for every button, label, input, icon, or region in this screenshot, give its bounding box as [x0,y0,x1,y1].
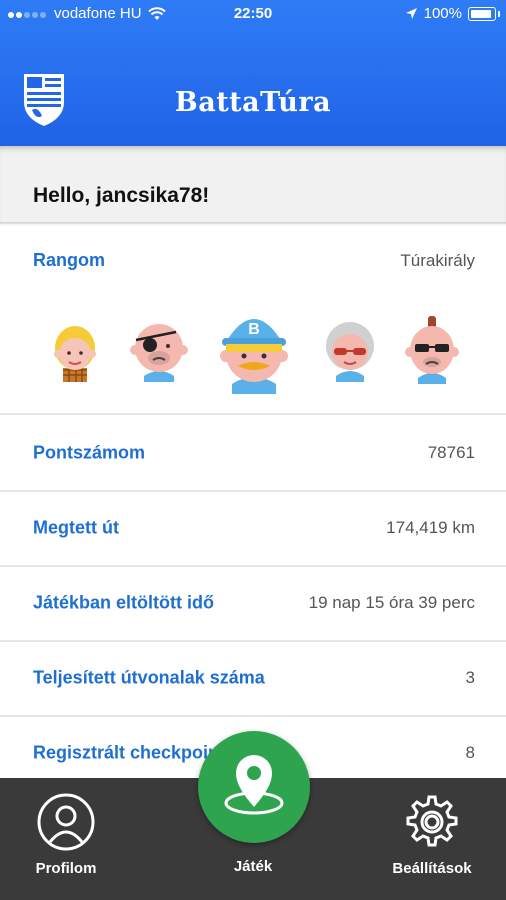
stat-row-distance: Megtett út 174,419 km [0,491,506,567]
avatar-cap-icon: B [220,319,288,394]
rank-label: Rangom [33,250,105,270]
stat-value: 8 [465,743,475,762]
tab-settings[interactable]: Beállítások [380,792,484,877]
stat-value: 19 nap 15 óra 39 perc [308,593,475,612]
app-title: BattaTúra [174,87,332,118]
stat-row-routes: Teljesített útvonalak száma 3 [0,641,506,717]
avatar-blond-kid-icon [54,326,96,382]
status-bar: vodafone HU 22:50 100% [0,0,506,28]
battery-percent: 100% [423,5,462,22]
stat-label: Teljesített útvonalak száma [33,667,265,688]
tab-game-label: Játék [233,858,273,875]
rank-value: Túrakirály [400,251,475,270]
map-pin-icon [224,755,284,815]
rank-avatars: B [0,290,506,400]
greeting-text: Hello, jancsika78! [33,184,210,207]
stat-value: 78761 [427,443,475,462]
stat-row-time: Játékban eltöltött idő 19 nap 15 óra 39 … [0,566,506,642]
stat-label: Játékban eltöltött idő [33,592,215,613]
avatar-pirate-icon [130,324,188,382]
rank-divider [0,413,506,415]
stat-label: Pontszámom [33,442,146,463]
stat-label: Regisztrált checkpoint [33,742,226,763]
tab-settings-label: Beállítások [392,860,472,877]
gear-icon [406,795,458,847]
battery-icon [468,6,500,21]
play-game-button[interactable] [198,731,310,843]
stat-row-points: Pontszámom 78761 [0,416,506,492]
location-arrow-icon [405,8,417,19]
tab-profile-label: Profilom [35,860,97,877]
avatar-mohawk-icon [405,316,459,384]
avatar-grandpa-icon [326,322,374,382]
tab-profile[interactable]: Profilom [20,792,112,877]
tab-game-label-wrap[interactable]: Játék [203,858,303,875]
profile-icon [37,793,95,851]
stat-label: Megtett út [33,517,119,538]
card-shadow [0,222,506,226]
stat-value: 174,419 km [386,518,475,537]
stat-value: 3 [465,668,475,687]
svg-text:B: B [248,321,260,338]
app-header: vodafone HU 22:50 100% BattaTúra [0,0,506,146]
